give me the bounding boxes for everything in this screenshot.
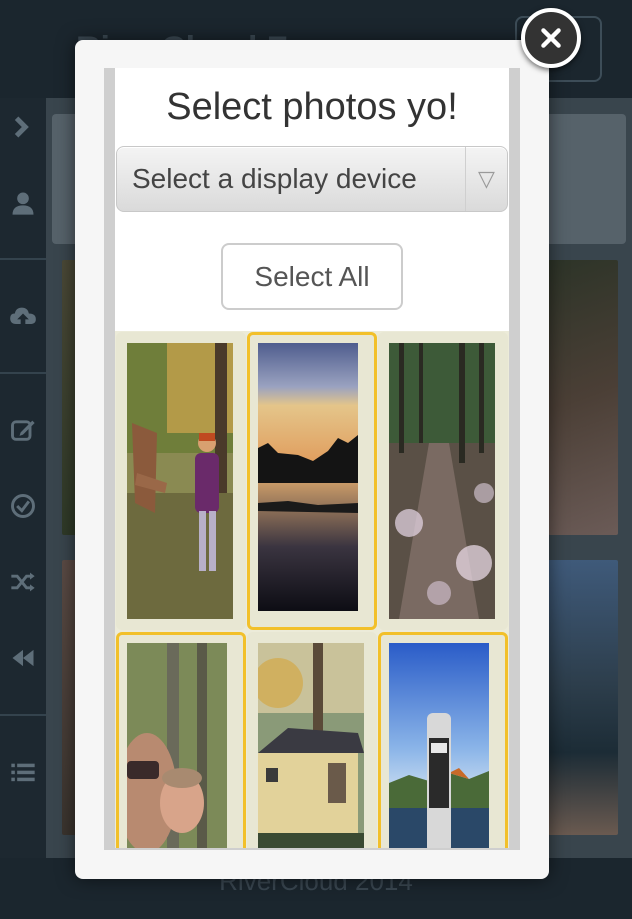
user-icon[interactable]: [0, 183, 46, 223]
cloud-upload-icon[interactable]: [0, 297, 46, 337]
chevron-right-icon[interactable]: [0, 107, 46, 147]
close-icon: [541, 28, 561, 48]
photo-tile[interactable]: [378, 332, 508, 630]
photo-tile[interactable]: [378, 632, 508, 848]
photo-tile[interactable]: [116, 332, 246, 630]
sidebar-divider: [0, 372, 46, 374]
sidebar-divider: [0, 714, 46, 716]
background-photo: [548, 560, 618, 835]
photo-bottle-lake: [389, 643, 497, 848]
close-modal-button[interactable]: [521, 8, 581, 68]
list-icon[interactable]: [0, 753, 46, 793]
photo-grid: [115, 331, 509, 848]
chevron-down-icon: ▽: [465, 147, 507, 211]
photo-selfie-forest: [127, 643, 235, 848]
modal-title: Select photos yo!: [166, 86, 458, 128]
check-circle-icon[interactable]: [0, 486, 46, 526]
rewind-icon[interactable]: [0, 638, 46, 678]
photo-tile[interactable]: [247, 632, 377, 848]
modal-body: Select photos yo! Select a display devic…: [115, 68, 509, 848]
photo-lake-sunset: [258, 343, 366, 619]
sidebar-divider: [0, 258, 46, 260]
background-photo: [548, 260, 618, 535]
photo-tile[interactable]: [116, 632, 246, 848]
select-all-button[interactable]: Select All: [221, 243, 403, 310]
photo-tile[interactable]: [247, 332, 377, 630]
shuffle-icon[interactable]: [0, 562, 46, 602]
display-device-select[interactable]: Select a display device ▽: [116, 146, 508, 212]
photo-forest-path: [389, 343, 497, 619]
photo-cabin: [258, 643, 366, 848]
photo-child-autumn: [127, 343, 235, 619]
edit-icon[interactable]: [0, 410, 46, 450]
display-device-select-value: Select a display device: [132, 163, 417, 194]
